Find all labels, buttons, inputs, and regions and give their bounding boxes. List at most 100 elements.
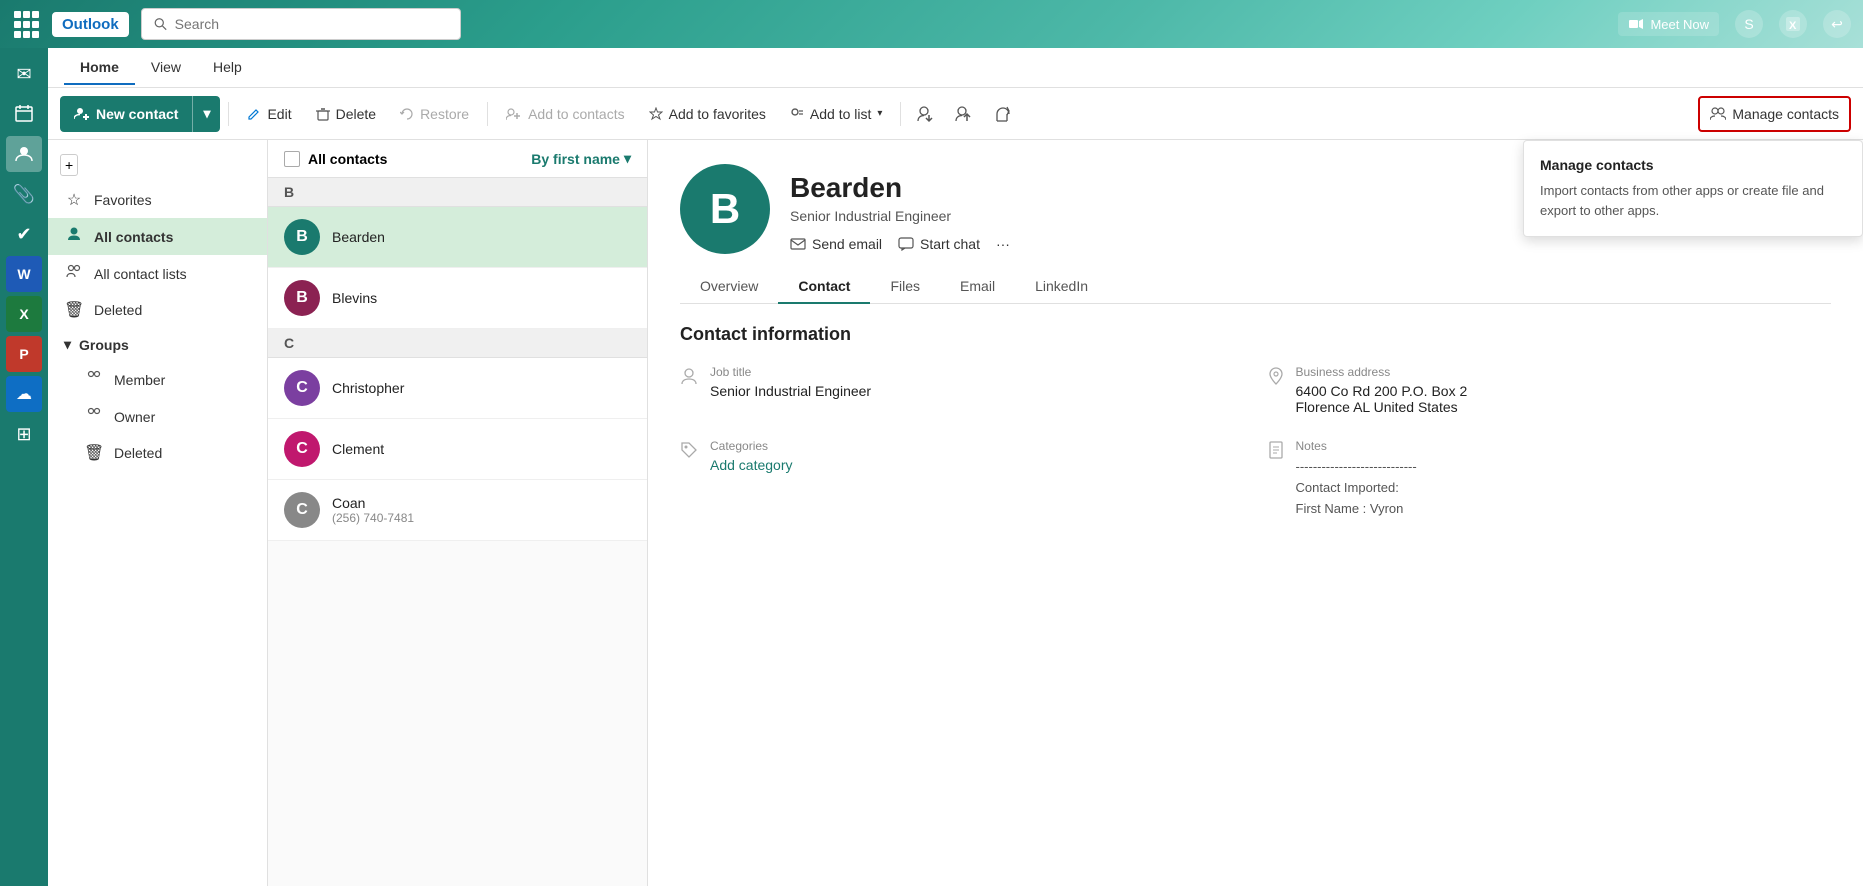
new-contact-dropdown[interactable]: ▾ — [192, 96, 220, 132]
edit-button[interactable]: Edit — [237, 96, 301, 132]
sidebar-item-groups-deleted[interactable]: 🗑 Deleted — [48, 435, 267, 471]
contact-row-clement[interactable]: C Clement — [268, 419, 647, 480]
contact-big-avatar: B — [680, 164, 770, 254]
deleted-icon: 🗑 — [84, 443, 104, 463]
tab-view[interactable]: View — [135, 51, 197, 85]
left-nav-tasks[interactable]: ✔ — [6, 216, 42, 252]
avatar-coan: C — [284, 492, 320, 528]
share-button[interactable] — [985, 96, 1019, 132]
more-actions-button[interactable]: ··· — [996, 236, 1010, 252]
top-bar: Outlook Meet Now S X ↩ — [0, 0, 1863, 48]
meet-now-button[interactable]: Meet Now — [1618, 12, 1719, 36]
delete-button[interactable]: Delete — [306, 96, 386, 132]
avatar-clement: C — [284, 431, 320, 467]
add-to-favorites-button[interactable]: Add to favorites — [639, 96, 776, 132]
left-nav-word[interactable]: W — [6, 256, 42, 292]
separator-1 — [228, 102, 229, 126]
excel-icon[interactable]: X — [1779, 10, 1807, 38]
new-contact-main[interactable]: New contact — [60, 96, 192, 132]
left-nav-calendar[interactable] — [6, 96, 42, 132]
left-nav-powerpoint[interactable]: P — [6, 336, 42, 372]
manage-contacts-dropdown: Manage contacts Import contacts from oth… — [1523, 140, 1863, 237]
sidebar: + ☆ Favorites All contacts — [48, 140, 268, 886]
start-chat-button[interactable]: Start chat — [898, 236, 980, 252]
tab-files[interactable]: Files — [870, 270, 940, 304]
skype-icon[interactable]: S — [1735, 10, 1763, 38]
tab-contact[interactable]: Contact — [778, 270, 870, 304]
job-title-value: Senior Industrial Engineer — [710, 383, 871, 399]
left-nav-mail[interactable]: ✉ — [6, 56, 42, 92]
tab-email[interactable]: Email — [940, 270, 1015, 304]
toolbar: New contact ▾ Edit Delete — [48, 88, 1863, 140]
contact-row-christopher[interactable]: C Christopher — [268, 358, 647, 419]
member-icon — [84, 369, 104, 390]
info-job-title: Job title Senior Industrial Engineer — [680, 365, 1244, 415]
dropdown-title: Manage contacts — [1540, 157, 1846, 173]
nav-tabs: Home View Help — [48, 48, 1863, 88]
manage-contacts-button[interactable]: Manage contacts — [1698, 96, 1851, 132]
sidebar-label-all-contact-lists: All contact lists — [94, 266, 187, 282]
contact-row-blevins[interactable]: B Blevins — [268, 268, 647, 329]
contact-row-coan[interactable]: C Coan (256) 740-7481 — [268, 480, 647, 541]
email-action-icon — [790, 237, 806, 251]
star-icon — [649, 107, 663, 121]
tab-linkedin[interactable]: LinkedIn — [1015, 270, 1108, 304]
meet-now-label: Meet Now — [1650, 17, 1709, 32]
import-button[interactable] — [909, 96, 943, 132]
send-email-button[interactable]: Send email — [790, 236, 882, 252]
sidebar-item-owner[interactable]: Owner — [48, 398, 267, 435]
owner-icon — [84, 406, 104, 427]
contact-name-coan: Coan — [332, 495, 414, 511]
notes-icon — [1268, 441, 1284, 519]
contact-tabs: Overview Contact Files Email LinkedIn — [680, 270, 1831, 304]
address-content: Business address 6400 Co Rd 200 P.O. Box… — [1296, 365, 1468, 415]
svg-text:X: X — [1789, 20, 1797, 32]
new-contact-button[interactable]: New contact ▾ — [60, 96, 220, 132]
contact-row-bearden[interactable]: B Bearden — [268, 207, 647, 268]
sidebar-expand-button[interactable]: + — [60, 154, 78, 176]
tab-help[interactable]: Help — [197, 51, 258, 85]
left-nav-excel[interactable]: X — [6, 296, 42, 332]
sidebar-item-member[interactable]: Member — [48, 361, 267, 398]
search-input[interactable] — [175, 16, 448, 32]
sidebar-item-all-contacts[interactable]: All contacts — [48, 218, 267, 255]
left-nav-onedrive[interactable]: ☁ — [6, 376, 42, 412]
restore-button[interactable]: Restore — [390, 96, 479, 132]
contacts-icon — [64, 226, 84, 247]
reply-icon[interactable]: ↩ — [1823, 10, 1851, 38]
letter-header-b: B — [268, 178, 647, 207]
start-chat-label: Start chat — [920, 236, 980, 252]
restore-label: Restore — [420, 106, 469, 122]
add-category-button[interactable]: Add category — [710, 457, 793, 473]
star-icon: ☆ — [64, 190, 84, 210]
add-to-contacts-label: Add to contacts — [528, 106, 625, 122]
export-button[interactable] — [947, 96, 981, 132]
contact-actions: Send email Start chat ··· — [790, 236, 1010, 252]
sidebar-groups-header[interactable]: ▾ Groups — [48, 328, 267, 361]
person-export-icon — [955, 105, 973, 123]
sidebar-label-groups-deleted: Deleted — [114, 445, 162, 461]
avatar-blevins: B — [284, 280, 320, 316]
apps-grid-icon[interactable] — [12, 10, 40, 38]
contact-info-title: Contact information — [680, 324, 1831, 345]
left-nav-contacts[interactable] — [6, 136, 42, 172]
sidebar-item-favorites[interactable]: ☆ Favorites — [48, 182, 267, 218]
top-bar-right: Meet Now S X ↩ — [1618, 10, 1851, 38]
location-icon — [1268, 367, 1284, 415]
select-all-checkbox[interactable] — [284, 151, 300, 167]
new-contact-label: New contact — [96, 106, 178, 122]
search-bar[interactable] — [141, 8, 461, 40]
add-to-contacts-button[interactable]: Add to contacts — [496, 96, 635, 132]
sidebar-label-member: Member — [114, 372, 165, 388]
sort-button[interactable]: By first name ▾ — [531, 150, 631, 167]
video-icon — [1628, 16, 1644, 32]
sidebar-item-deleted[interactable]: 🗑 Deleted — [48, 292, 267, 328]
add-to-list-button[interactable]: Add to list ▾ — [780, 96, 893, 132]
sidebar-item-all-contact-lists[interactable]: All contact lists — [48, 255, 267, 292]
person-add-icon — [74, 106, 90, 122]
tab-home[interactable]: Home — [64, 51, 135, 85]
tab-overview[interactable]: Overview — [680, 270, 778, 304]
left-nav-notes[interactable]: 📎 — [6, 176, 42, 212]
sidebar-label-all-contacts: All contacts — [94, 229, 173, 245]
left-nav-apps[interactable]: ⊞ — [6, 416, 42, 452]
